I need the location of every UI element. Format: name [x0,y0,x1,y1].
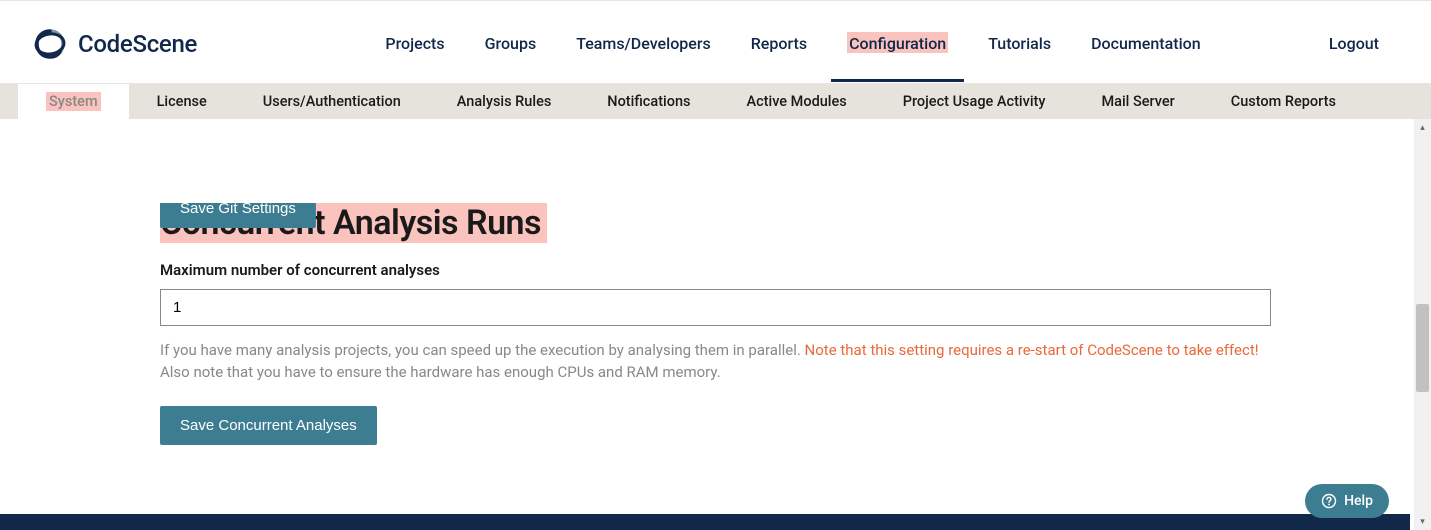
subnav: System License Users/Authentication Anal… [0,84,1431,119]
subnav-users-auth[interactable]: Users/Authentication [235,84,429,119]
footer-bar [0,514,1410,530]
subnav-mail-server[interactable]: Mail Server [1073,84,1202,119]
help-text-before: If you have many analysis projects, you … [160,341,805,359]
help-label: Help [1344,493,1373,509]
nav-reports[interactable]: Reports [751,6,807,81]
scroll-up-icon[interactable]: ▴ [1414,119,1431,136]
main-nav: Projects Groups Teams/Developers Reports… [257,6,1329,81]
nav-documentation[interactable]: Documentation [1091,6,1201,81]
help-text-after: Also note that you have to ensure the ha… [160,363,721,381]
subnav-custom-reports[interactable]: Custom Reports [1203,84,1364,119]
help-widget[interactable]: Help [1305,484,1389,518]
nav-teams-developers[interactable]: Teams/Developers [576,6,711,81]
content-scroll[interactable]: Save Git Settings Concurrent Analysis Ru… [0,119,1431,527]
save-git-settings-button[interactable]: Save Git Settings [160,189,316,228]
help-icon [1321,493,1337,509]
max-concurrent-label: Maximum number of concurrent analyses [160,261,1271,279]
subnav-project-usage[interactable]: Project Usage Activity [875,84,1074,119]
scroll-thumb[interactable] [1416,304,1429,392]
scroll-down-icon[interactable]: ▾ [1414,513,1431,530]
scrollbar[interactable]: ▴ ▾ [1414,119,1431,530]
logo[interactable]: CodeScene [32,26,197,62]
subnav-system[interactable]: System [18,84,129,119]
subnav-active-modules[interactable]: Active Modules [718,84,874,119]
section-concurrent-title: Concurrent Analysis Runs [160,203,1271,243]
subnav-notifications[interactable]: Notifications [579,84,718,119]
help-text-warning: Note that this setting requires a re-sta… [805,341,1259,359]
subnav-license[interactable]: License [129,84,235,119]
max-concurrent-input[interactable] [160,289,1271,326]
subnav-analysis-rules[interactable]: Analysis Rules [429,84,580,119]
logo-icon [32,26,68,62]
brand-name: CodeScene [78,30,197,58]
save-concurrent-analyses-button[interactable]: Save Concurrent Analyses [160,406,377,445]
nav-tutorials[interactable]: Tutorials [988,6,1051,81]
nav-groups[interactable]: Groups [485,6,537,81]
topnav: CodeScene Projects Groups Teams/Develope… [0,4,1431,84]
nav-configuration[interactable]: Configuration [847,6,948,81]
logout-link[interactable]: Logout [1329,34,1399,53]
help-text: If you have many analysis projects, you … [160,340,1271,384]
nav-projects[interactable]: Projects [385,6,444,81]
